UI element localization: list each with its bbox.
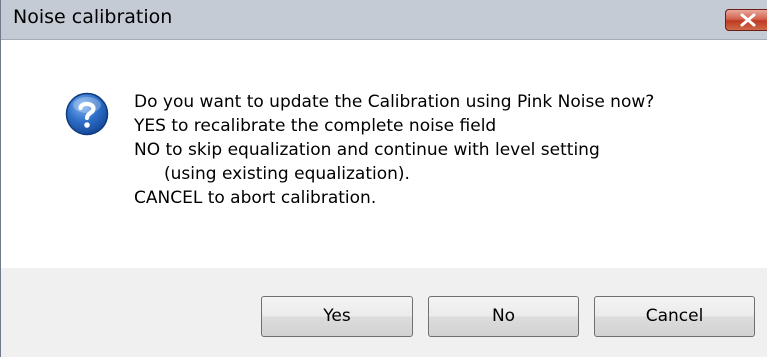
message-line-no: NO to skip equalization and continue wit… <box>134 140 600 160</box>
message-text: Do you want to update the Calibration us… <box>134 90 654 210</box>
message-line-yes: YES to recalibrate the complete noise fi… <box>134 116 497 136</box>
button-bar: Yes No Cancel <box>1 268 767 357</box>
message-line-question: Do you want to update the Calibration us… <box>134 92 655 112</box>
cancel-button[interactable]: Cancel <box>594 296 755 337</box>
noise-calibration-dialog: Noise calibration Do you want to update … <box>0 0 767 357</box>
window-title: Noise calibration <box>13 6 173 28</box>
question-icon <box>65 92 109 136</box>
no-button[interactable]: No <box>428 296 579 337</box>
message-area: Do you want to update the Calibration us… <box>1 40 767 268</box>
close-button[interactable] <box>725 9 767 31</box>
yes-button[interactable]: Yes <box>261 296 413 337</box>
message-line-cancel: CANCEL to abort calibration. <box>134 188 377 208</box>
title-bar[interactable]: Noise calibration <box>1 0 767 40</box>
close-icon <box>740 13 756 27</box>
message-line-no-detail: (using existing equalization). <box>164 164 410 184</box>
